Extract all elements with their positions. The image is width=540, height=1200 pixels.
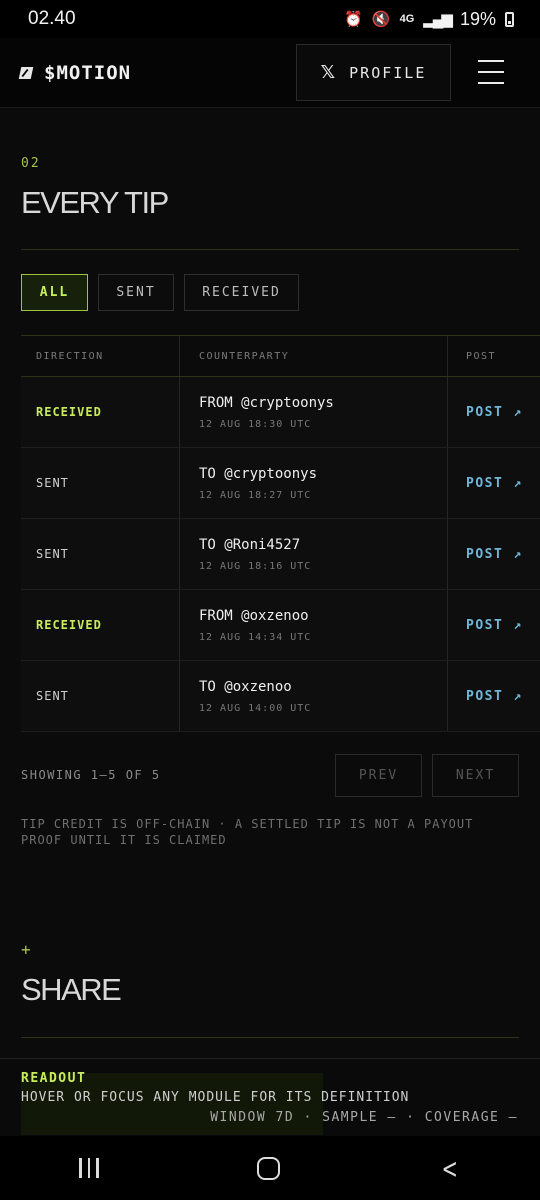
timestamp: 12 AUG 14:00 UTC [199,702,312,714]
direction-cell: SENT [21,661,180,731]
counterparty-cell: TO @cryptoonys 12 AUG 18:27 UTC [180,448,448,518]
battery-percent: 19% [459,8,496,29]
table-row: RECEIVED FROM @oxzenoo 12 AUG 14:34 UTC … [21,590,540,661]
table-row: SENT TO @oxzenoo 12 AUG 14:00 UTC POST ↗ [21,661,540,732]
back-icon[interactable]: < [441,1152,457,1185]
network-4g-icon: 4G [399,13,415,25]
status-bar: 02.40 ⏰ 🔇 4G ▂▄▆ 19% [0,0,540,38]
external-link-icon: ↗ [513,688,523,704]
post-link[interactable]: POST ↗ [448,377,540,447]
external-link-icon: ↗ [513,404,523,420]
external-link-icon: ↗ [513,546,523,562]
counterparty-cell: FROM @oxzenoo 12 AUG 14:34 UTC [180,590,448,660]
timestamp: 12 AUG 18:27 UTC [199,489,312,501]
external-link-icon: ↗ [513,617,523,633]
readout-meta: WINDOW 7D · SAMPLE — · COVERAGE — [210,1110,518,1125]
filter-all[interactable]: ALL [21,274,88,311]
column-counterparty: COUNTERPARTY [180,336,448,376]
hamburger-menu-icon[interactable] [478,60,504,84]
table-row: RECEIVED FROM @cryptoonys 12 AUG 18:30 U… [21,377,540,448]
post-label: POST [466,688,504,704]
profile-button[interactable]: 𝕏 PROFILE [296,44,451,101]
disclaimer-note: TIP CREDIT IS OFF-CHAIN · A SETTLED TIP … [21,817,474,847]
status-time: 02.40 [28,8,76,29]
filter-sent[interactable]: SENT [98,274,174,311]
counterparty-link[interactable]: TO @cryptoonys [199,466,317,482]
column-direction: DIRECTION [21,336,180,376]
alarm-icon: ⏰ [344,11,363,28]
share-divider [21,1037,519,1038]
readout-text: HOVER OR FOCUS ANY MODULE FOR ITS DEFINI… [21,1090,410,1105]
direction-cell: SENT [21,519,180,589]
table-row: SENT TO @Roni4527 12 AUG 18:16 UTC POST ↗ [21,519,540,590]
direction-cell: RECEIVED [21,377,180,447]
logo[interactable]: $MOTION [18,62,132,84]
counterparty-link[interactable]: TO @Roni4527 [199,537,300,553]
section-number: 02 [21,156,41,171]
readout-label: READOUT [21,1071,87,1086]
counterparty-link[interactable]: FROM @cryptoonys [199,395,334,411]
direction-cell: SENT [21,448,180,518]
app-header: $MOTION 𝕏 PROFILE [0,38,540,108]
table-header: DIRECTION COUNTERPARTY POST [21,336,540,377]
logo-mark-icon [18,67,34,79]
post-link[interactable]: POST ↗ [448,519,540,589]
x-logo-icon: 𝕏 [320,62,338,83]
post-label: POST [466,475,504,491]
next-button[interactable]: NEXT [432,754,519,797]
battery-icon [505,11,514,27]
post-link[interactable]: POST ↗ [448,448,540,518]
share-title: SHARE [21,972,122,1007]
counterparty-cell: FROM @cryptoonys 12 AUG 18:30 UTC [180,377,448,447]
timestamp: 12 AUG 18:30 UTC [199,418,312,430]
post-label: POST [466,617,504,633]
post-link[interactable]: POST ↗ [448,661,540,731]
tips-table: DIRECTION COUNTERPARTY POST RECEIVED FRO… [21,335,540,732]
counterparty-cell: TO @oxzenoo 12 AUG 14:00 UTC [180,661,448,731]
prev-button[interactable]: PREV [335,754,422,797]
mute-icon: 🔇 [371,11,391,28]
status-icons: ⏰ 🔇 4G ▂▄▆ 19% [344,9,514,30]
signal-icon: ▂▄▆ [423,11,453,28]
external-link-icon: ↗ [513,475,523,491]
post-link[interactable]: POST ↗ [448,590,540,660]
section-divider [21,249,519,250]
post-label: POST [466,404,504,420]
filter-received[interactable]: RECEIVED [184,274,299,311]
home-icon[interactable] [256,1156,280,1180]
recent-apps-icon[interactable] [79,1158,99,1178]
direction-cell: RECEIVED [21,590,180,660]
section-title: EVERY TIP [21,185,169,220]
counterparty-link[interactable]: FROM @oxzenoo [199,608,309,624]
share-marker: + [21,940,31,959]
post-label: POST [466,546,504,562]
profile-label: PROFILE [349,63,427,82]
column-post: POST [466,350,497,362]
counterparty-link[interactable]: TO @oxzenoo [199,679,292,695]
logo-text: $MOTION [44,62,132,84]
pagination-summary: SHOWING 1–5 OF 5 [21,768,161,782]
timestamp: 12 AUG 18:16 UTC [199,560,312,572]
table-row: SENT TO @cryptoonys 12 AUG 18:27 UTC POS… [21,448,540,519]
timestamp: 12 AUG 14:34 UTC [199,631,312,643]
counterparty-cell: TO @Roni4527 12 AUG 18:16 UTC [180,519,448,589]
system-nav-bar: < [0,1136,540,1200]
